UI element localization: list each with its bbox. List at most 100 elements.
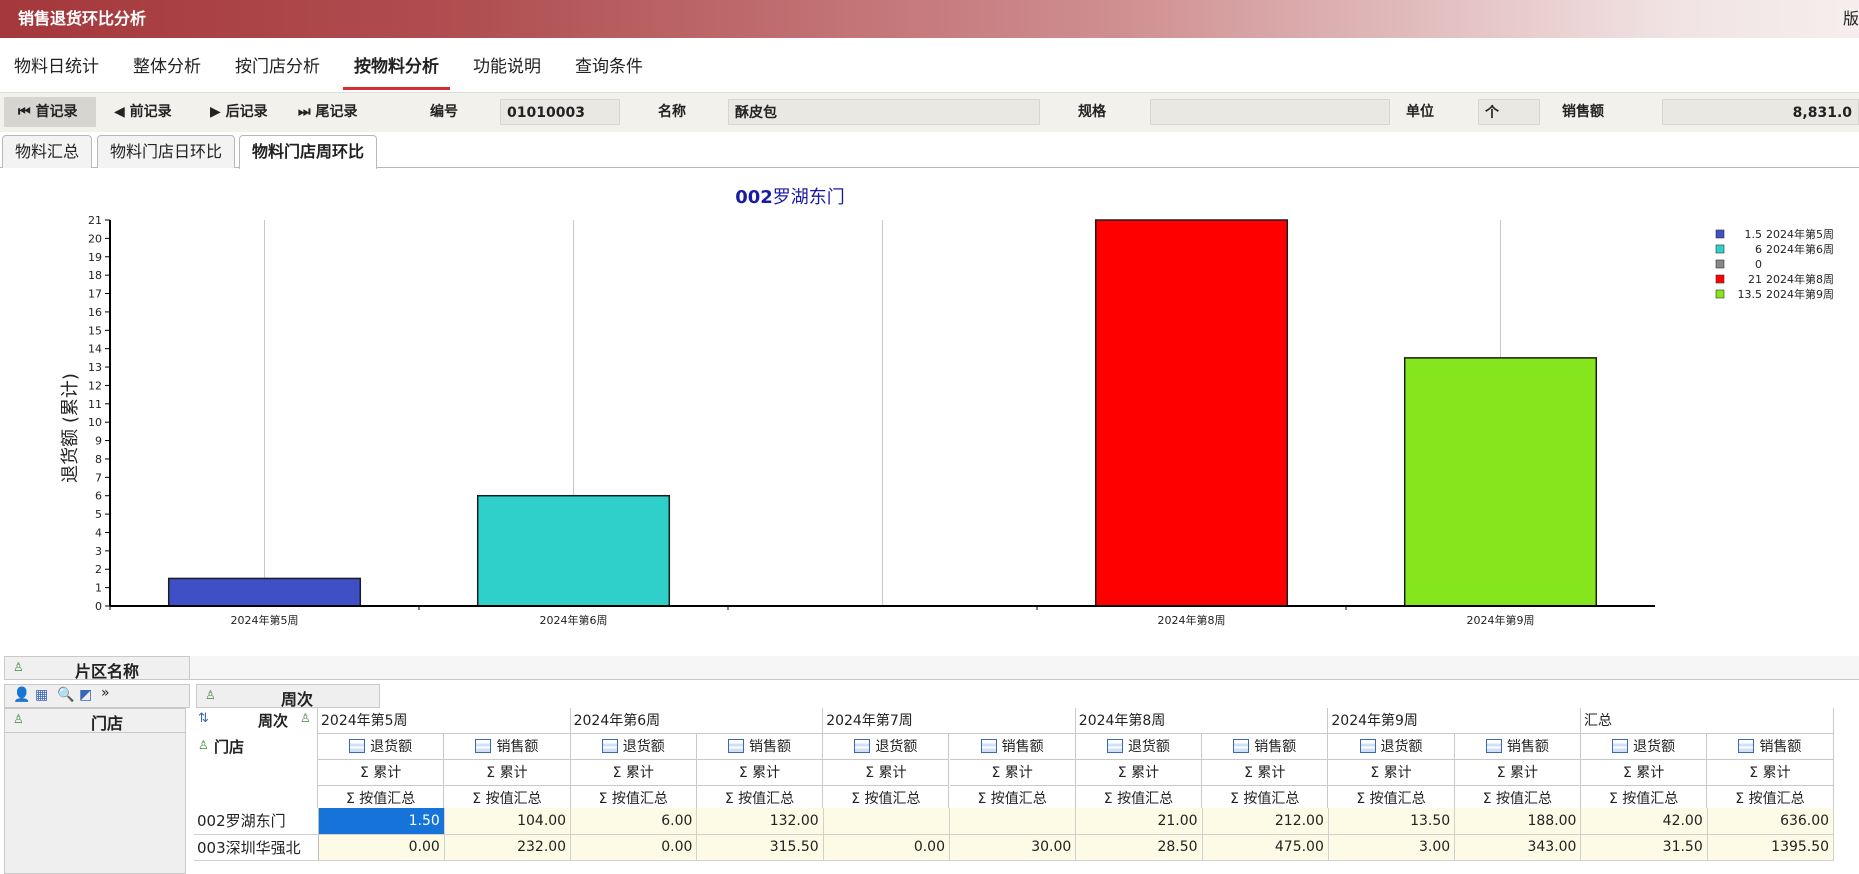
x-tick-label: 2024年第9周 xyxy=(1467,613,1535,627)
value-cell[interactable]: 1.50 xyxy=(318,808,445,835)
week-field-header[interactable]: ♙ 周次 xyxy=(196,684,380,709)
value-cell[interactable]: 104.00 xyxy=(444,808,572,835)
value-cell[interactable]: 0.00 xyxy=(318,834,445,861)
sum-label: Σ 累计 xyxy=(318,760,445,786)
week-column-header[interactable]: 2024年第8周 xyxy=(1075,708,1329,734)
measure-column-header[interactable]: 退货额 xyxy=(1328,734,1455,760)
value-cell[interactable]: 0.00 xyxy=(570,834,698,861)
next-record-button[interactable]: ▶ 后记录 xyxy=(196,97,288,127)
sum-label: Σ 累计 xyxy=(1075,760,1203,786)
legend-label: 2024年第8周 xyxy=(1766,272,1834,286)
tab-function-description[interactable]: 功能说明 xyxy=(462,38,552,90)
prev-record-icon: ◀ xyxy=(114,104,125,120)
week-column-header[interactable]: 2024年第7周 xyxy=(823,708,1076,734)
legend-value: 1.5 xyxy=(1745,228,1763,241)
week-column-header[interactable]: 汇总 xyxy=(1581,708,1834,734)
last-record-button[interactable]: ⏭ 尾记录 xyxy=(284,97,376,127)
value-cell[interactable]: 6.00 xyxy=(570,808,698,835)
value-cell[interactable]: 3.00 xyxy=(1328,834,1456,861)
value-cell[interactable]: 42.00 xyxy=(1580,808,1708,835)
table-row[interactable]: 002罗湖东门 1.50 104.00 6.00 132.00 21.00 212.00 13… xyxy=(194,808,1835,835)
measure-column-header[interactable]: 销售额 xyxy=(1202,734,1329,760)
chart-icon[interactable]: ◩ xyxy=(79,687,92,703)
measure-column-header[interactable]: 销售额 xyxy=(696,734,824,760)
legend-swatch xyxy=(1715,229,1725,239)
week-header-label: 周次 xyxy=(281,690,314,709)
value-cell[interactable]: 315.50 xyxy=(696,834,824,861)
subtab-material-store-weekly[interactable]: 物料门店周环比 xyxy=(239,135,378,169)
prev-record-button[interactable]: ◀ 前记录 xyxy=(100,97,192,127)
value-cell[interactable]: 132.00 xyxy=(696,808,824,835)
value-cell[interactable]: 232.00 xyxy=(444,834,572,861)
value-cell[interactable]: 28.50 xyxy=(1075,834,1203,861)
sub-tabs: 物料汇总 物料门店日环比 物料门店周环比 xyxy=(0,132,1859,169)
subtab-material-store-daily[interactable]: 物料门店日环比 xyxy=(97,135,236,168)
value-cell[interactable]: 13.50 xyxy=(1328,808,1456,835)
week-column-header[interactable]: 2024年第5周 xyxy=(318,708,571,734)
measure-column-header[interactable]: 销售额 xyxy=(1454,734,1581,760)
bar xyxy=(167,577,362,607)
measure-label: 退货额 xyxy=(370,739,413,755)
measure-column-header[interactable]: 退货额 xyxy=(570,734,697,760)
measure-column-header[interactable]: 销售额 xyxy=(444,734,571,760)
week-column-header[interactable]: 2024年第6周 xyxy=(570,708,824,734)
sales-label: 销售额 xyxy=(1562,104,1604,120)
value-cell[interactable]: 343.00 xyxy=(1454,834,1582,861)
search-icon[interactable]: 🔍 xyxy=(57,687,74,703)
measure-column-header[interactable]: 退货额 xyxy=(823,734,950,760)
value-cell[interactable]: 636.00 xyxy=(1707,808,1835,835)
value-cell[interactable]: 1395.50 xyxy=(1707,834,1835,861)
y-tick-label: 8 xyxy=(95,453,102,466)
measure-label: 退货额 xyxy=(622,739,665,755)
legend-value: 6 xyxy=(1755,243,1762,256)
measure-column-header[interactable]: 退货额 xyxy=(1075,734,1203,760)
measure-column-header[interactable]: 销售额 xyxy=(949,734,1076,760)
legend-value: 0 xyxy=(1755,258,1762,271)
pivot-table: 002罗湖东门 1.50 104.00 6.00 132.00 21.00 212.00 13… xyxy=(194,808,1835,861)
table-icon[interactable]: ▦ xyxy=(35,687,48,703)
tab-store-analysis[interactable]: 按门店分析 xyxy=(224,38,331,90)
value-cell[interactable] xyxy=(823,808,950,835)
value-cell[interactable]: 475.00 xyxy=(1202,834,1329,861)
tab-material-analysis[interactable]: 按物料分析 xyxy=(343,38,450,90)
value-cell[interactable]: 21.00 xyxy=(1075,808,1203,835)
value-cell[interactable]: 212.00 xyxy=(1202,808,1329,835)
measure-column-header[interactable]: 退货额 xyxy=(1581,734,1708,760)
name-label: 名称 xyxy=(658,104,686,120)
sum-label: Σ 累计 xyxy=(444,760,571,786)
region-field-header[interactable]: ♙ 片区名称 xyxy=(4,656,190,681)
value-cell[interactable]: 31.50 xyxy=(1580,834,1708,861)
first-record-button[interactable]: ⏮ 首记录 xyxy=(4,97,96,127)
field-icon: ♙ xyxy=(300,711,311,725)
tab-overall-analysis[interactable]: 整体分析 xyxy=(122,38,212,90)
unit-label: 单位 xyxy=(1406,104,1434,120)
measure-label: 退货额 xyxy=(1127,739,1170,755)
tab-query-conditions[interactable]: 查询条件 xyxy=(564,38,654,90)
sum-label: Σ 累计 xyxy=(696,760,824,786)
measure-label: 退货额 xyxy=(1380,739,1423,755)
y-tick-label: 3 xyxy=(95,545,102,558)
value-cell[interactable] xyxy=(949,808,1077,835)
tab-material-daily[interactable]: 物料日统计 xyxy=(3,38,110,90)
user-icon[interactable]: 👤 xyxy=(13,687,30,703)
more-icon[interactable]: » xyxy=(101,685,110,701)
store-name-cell[interactable]: 002罗湖东门 xyxy=(194,808,319,835)
subtab-material-summary[interactable]: 物料汇总 xyxy=(2,135,93,168)
y-tick-label: 13 xyxy=(88,361,102,374)
sum-label: Σ 累计 xyxy=(1202,760,1329,786)
value-cell[interactable]: 188.00 xyxy=(1454,808,1582,835)
measure-column-header[interactable]: 退货额 xyxy=(318,734,445,760)
value-cell[interactable]: 30.00 xyxy=(949,834,1077,861)
y-tick-label: 10 xyxy=(88,416,102,429)
week-column-header[interactable]: 2024年第9周 xyxy=(1328,708,1581,734)
table-row[interactable]: 003深圳华强北 0.00 232.00 0.00 315.50 0.00 30.00 28.… xyxy=(194,834,1835,861)
store-field-header[interactable]: ♙ 门店 xyxy=(5,709,185,733)
y-tick-label: 19 xyxy=(88,251,102,264)
window-title-bar: 销售退货环比分析 版 xyxy=(0,0,1859,38)
measure-column-header[interactable]: 销售额 xyxy=(1707,734,1834,760)
field-icon: ♙ xyxy=(205,688,216,702)
sort-icon[interactable]: ⇅ xyxy=(198,711,209,726)
name-value: 酥皮包 xyxy=(728,99,1040,125)
store-name-cell[interactable]: 003深圳华强北 xyxy=(194,834,319,861)
value-cell[interactable]: 0.00 xyxy=(823,834,950,861)
